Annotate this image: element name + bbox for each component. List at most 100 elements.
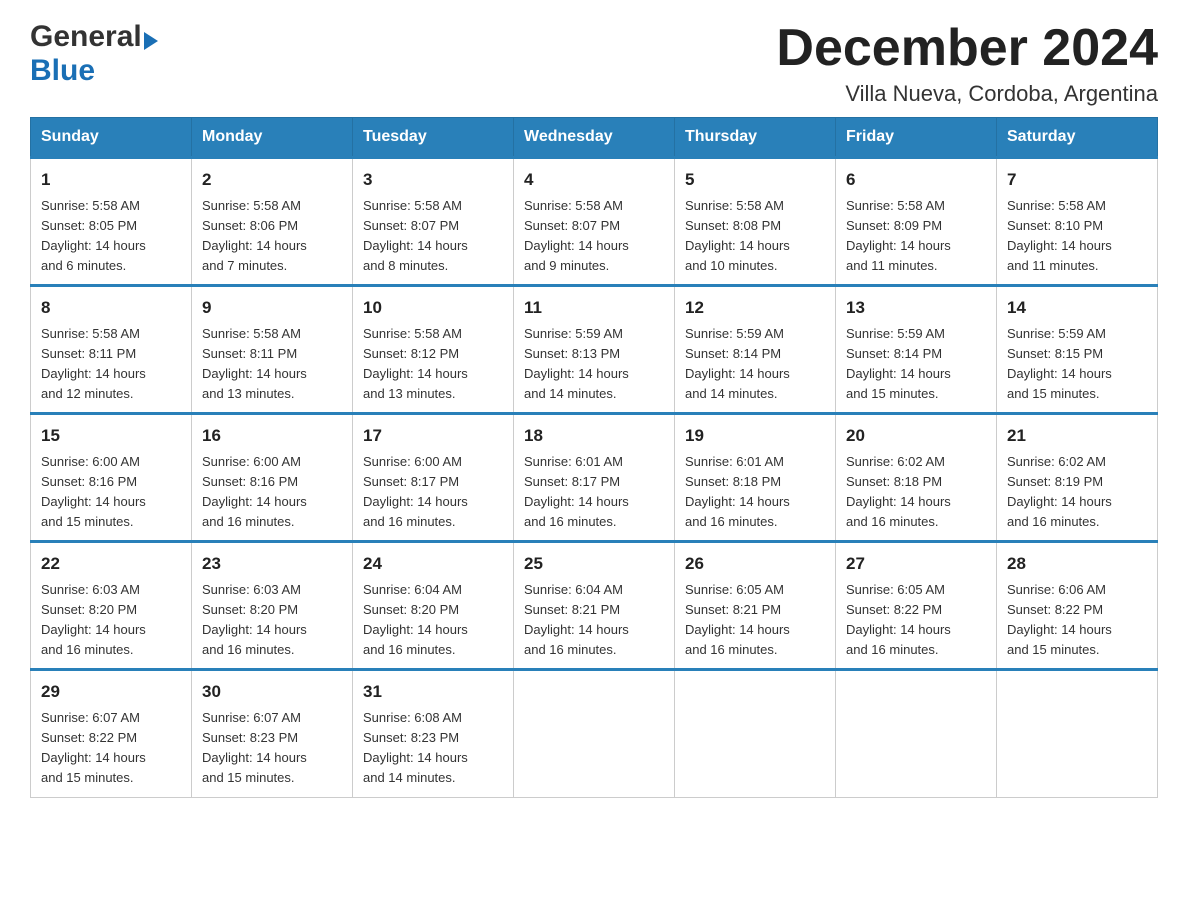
- day-number: 20: [846, 423, 986, 449]
- month-title: December 2024: [776, 20, 1158, 77]
- calendar-cell: 31 Sunrise: 6:08 AMSunset: 8:23 PMDayligh…: [353, 670, 514, 797]
- day-number: 10: [363, 295, 503, 321]
- day-number: 4: [524, 167, 664, 193]
- day-number: 22: [41, 551, 181, 577]
- calendar-cell: 16 Sunrise: 6:00 AMSunset: 8:16 PMDayligh…: [192, 414, 353, 542]
- day-info: Sunrise: 5:58 AMSunset: 8:11 PMDaylight:…: [202, 324, 342, 405]
- day-info: Sunrise: 6:02 AMSunset: 8:18 PMDaylight:…: [846, 452, 986, 533]
- day-info: Sunrise: 6:04 AMSunset: 8:21 PMDaylight:…: [524, 580, 664, 661]
- day-info: Sunrise: 6:03 AMSunset: 8:20 PMDaylight:…: [41, 580, 181, 661]
- calendar-cell: 15 Sunrise: 6:00 AMSunset: 8:16 PMDayligh…: [31, 414, 192, 542]
- day-number: 8: [41, 295, 181, 321]
- day-info: Sunrise: 6:05 AMSunset: 8:22 PMDaylight:…: [846, 580, 986, 661]
- col-tuesday: Tuesday: [353, 118, 514, 158]
- day-number: 7: [1007, 167, 1147, 193]
- day-info: Sunrise: 5:59 AMSunset: 8:14 PMDaylight:…: [685, 324, 825, 405]
- day-info: Sunrise: 5:59 AMSunset: 8:13 PMDaylight:…: [524, 324, 664, 405]
- day-number: 24: [363, 551, 503, 577]
- logo: General Blue: [30, 20, 158, 88]
- calendar-cell: 19 Sunrise: 6:01 AMSunset: 8:18 PMDayligh…: [675, 414, 836, 542]
- calendar-header-row: Sunday Monday Tuesday Wednesday Thursday…: [31, 118, 1158, 158]
- day-number: 1: [41, 167, 181, 193]
- calendar-cell: [675, 670, 836, 797]
- day-number: 15: [41, 423, 181, 449]
- day-number: 19: [685, 423, 825, 449]
- day-info: Sunrise: 5:58 AMSunset: 8:09 PMDaylight:…: [846, 196, 986, 277]
- calendar-cell: 21Sunrise: 6:02 AMSunset: 8:19 PMDayligh…: [997, 414, 1158, 542]
- calendar-cell: 3 Sunrise: 5:58 AMSunset: 8:07 PMDaylight…: [353, 158, 514, 286]
- day-number: 5: [685, 167, 825, 193]
- day-number: 14: [1007, 295, 1147, 321]
- day-info: Sunrise: 5:58 AMSunset: 8:10 PMDaylight:…: [1007, 196, 1147, 277]
- calendar-cell: 12 Sunrise: 5:59 AMSunset: 8:14 PMDayligh…: [675, 286, 836, 414]
- calendar-cell: 7 Sunrise: 5:58 AMSunset: 8:10 PMDaylight…: [997, 158, 1158, 286]
- calendar-cell: 23Sunrise: 6:03 AMSunset: 8:20 PMDayligh…: [192, 542, 353, 670]
- day-number: 2: [202, 167, 342, 193]
- calendar-cell: 22 Sunrise: 6:03 AMSunset: 8:20 PMDayligh…: [31, 542, 192, 670]
- day-info: Sunrise: 6:05 AMSunset: 8:21 PMDaylight:…: [685, 580, 825, 661]
- day-info: Sunrise: 5:58 AMSunset: 8:05 PMDaylight:…: [41, 196, 181, 277]
- calendar-cell: 27 Sunrise: 6:05 AMSunset: 8:22 PMDayligh…: [836, 542, 997, 670]
- calendar-cell: [514, 670, 675, 797]
- day-number: 28: [1007, 551, 1147, 577]
- day-number: 12: [685, 295, 825, 321]
- calendar-week-1: 1 Sunrise: 5:58 AMSunset: 8:05 PMDaylight…: [31, 158, 1158, 286]
- calendar-cell: 5 Sunrise: 5:58 AMSunset: 8:08 PMDaylight…: [675, 158, 836, 286]
- day-number: 11: [524, 295, 664, 321]
- logo-arrow-icon: [144, 32, 158, 50]
- day-info: Sunrise: 5:58 AMSunset: 8:07 PMDaylight:…: [363, 196, 503, 277]
- calendar-cell: [836, 670, 997, 797]
- page-header: General Blue December 2024 Villa Nueva, …: [30, 20, 1158, 107]
- day-info: Sunrise: 5:58 AMSunset: 8:07 PMDaylight:…: [524, 196, 664, 277]
- day-number: 27: [846, 551, 986, 577]
- calendar-week-5: 29Sunrise: 6:07 AMSunset: 8:22 PMDayligh…: [31, 670, 1158, 797]
- calendar-cell: 2 Sunrise: 5:58 AMSunset: 8:06 PMDaylight…: [192, 158, 353, 286]
- calendar-cell: 9 Sunrise: 5:58 AMSunset: 8:11 PMDaylight…: [192, 286, 353, 414]
- day-number: 25: [524, 551, 664, 577]
- day-number: 6: [846, 167, 986, 193]
- day-number: 30: [202, 679, 342, 705]
- day-number: 17: [363, 423, 503, 449]
- calendar-cell: 29Sunrise: 6:07 AMSunset: 8:22 PMDayligh…: [31, 670, 192, 797]
- day-number: 13: [846, 295, 986, 321]
- day-info: Sunrise: 5:59 AMSunset: 8:14 PMDaylight:…: [846, 324, 986, 405]
- calendar-cell: 26Sunrise: 6:05 AMSunset: 8:21 PMDayligh…: [675, 542, 836, 670]
- day-info: Sunrise: 5:58 AMSunset: 8:12 PMDaylight:…: [363, 324, 503, 405]
- calendar-cell: 8 Sunrise: 5:58 AMSunset: 8:11 PMDaylight…: [31, 286, 192, 414]
- calendar-week-3: 15 Sunrise: 6:00 AMSunset: 8:16 PMDayligh…: [31, 414, 1158, 542]
- day-number: 9: [202, 295, 342, 321]
- day-number: 18: [524, 423, 664, 449]
- day-number: 21: [1007, 423, 1147, 449]
- day-info: Sunrise: 6:01 AMSunset: 8:18 PMDaylight:…: [685, 452, 825, 533]
- calendar-week-2: 8 Sunrise: 5:58 AMSunset: 8:11 PMDaylight…: [31, 286, 1158, 414]
- calendar-cell: 6 Sunrise: 5:58 AMSunset: 8:09 PMDaylight…: [836, 158, 997, 286]
- day-info: Sunrise: 5:58 AMSunset: 8:11 PMDaylight:…: [41, 324, 181, 405]
- day-info: Sunrise: 6:08 AMSunset: 8:23 PMDaylight:…: [363, 708, 503, 789]
- col-monday: Monday: [192, 118, 353, 158]
- calendar-week-4: 22 Sunrise: 6:03 AMSunset: 8:20 PMDayligh…: [31, 542, 1158, 670]
- day-info: Sunrise: 6:07 AMSunset: 8:22 PMDaylight:…: [41, 708, 181, 789]
- calendar-cell: 14 Sunrise: 5:59 AMSunset: 8:15 PMDayligh…: [997, 286, 1158, 414]
- calendar-cell: 10 Sunrise: 5:58 AMSunset: 8:12 PMDayligh…: [353, 286, 514, 414]
- calendar-cell: 1 Sunrise: 5:58 AMSunset: 8:05 PMDaylight…: [31, 158, 192, 286]
- day-info: Sunrise: 6:00 AMSunset: 8:17 PMDaylight:…: [363, 452, 503, 533]
- day-info: Sunrise: 6:00 AMSunset: 8:16 PMDaylight:…: [202, 452, 342, 533]
- col-thursday: Thursday: [675, 118, 836, 158]
- day-number: 3: [363, 167, 503, 193]
- col-wednesday: Wednesday: [514, 118, 675, 158]
- day-info: Sunrise: 6:07 AMSunset: 8:23 PMDaylight:…: [202, 708, 342, 789]
- day-info: Sunrise: 6:01 AMSunset: 8:17 PMDaylight:…: [524, 452, 664, 533]
- calendar-cell: 25 Sunrise: 6:04 AMSunset: 8:21 PMDayligh…: [514, 542, 675, 670]
- col-friday: Friday: [836, 118, 997, 158]
- day-info: Sunrise: 5:58 AMSunset: 8:06 PMDaylight:…: [202, 196, 342, 277]
- day-number: 16: [202, 423, 342, 449]
- day-info: Sunrise: 6:00 AMSunset: 8:16 PMDaylight:…: [41, 452, 181, 533]
- day-info: Sunrise: 5:59 AMSunset: 8:15 PMDaylight:…: [1007, 324, 1147, 405]
- calendar-cell: 24Sunrise: 6:04 AMSunset: 8:20 PMDayligh…: [353, 542, 514, 670]
- day-info: Sunrise: 5:58 AMSunset: 8:08 PMDaylight:…: [685, 196, 825, 277]
- col-sunday: Sunday: [31, 118, 192, 158]
- day-number: 31: [363, 679, 503, 705]
- logo-blue: Blue: [30, 54, 95, 87]
- col-saturday: Saturday: [997, 118, 1158, 158]
- day-info: Sunrise: 6:03 AMSunset: 8:20 PMDaylight:…: [202, 580, 342, 661]
